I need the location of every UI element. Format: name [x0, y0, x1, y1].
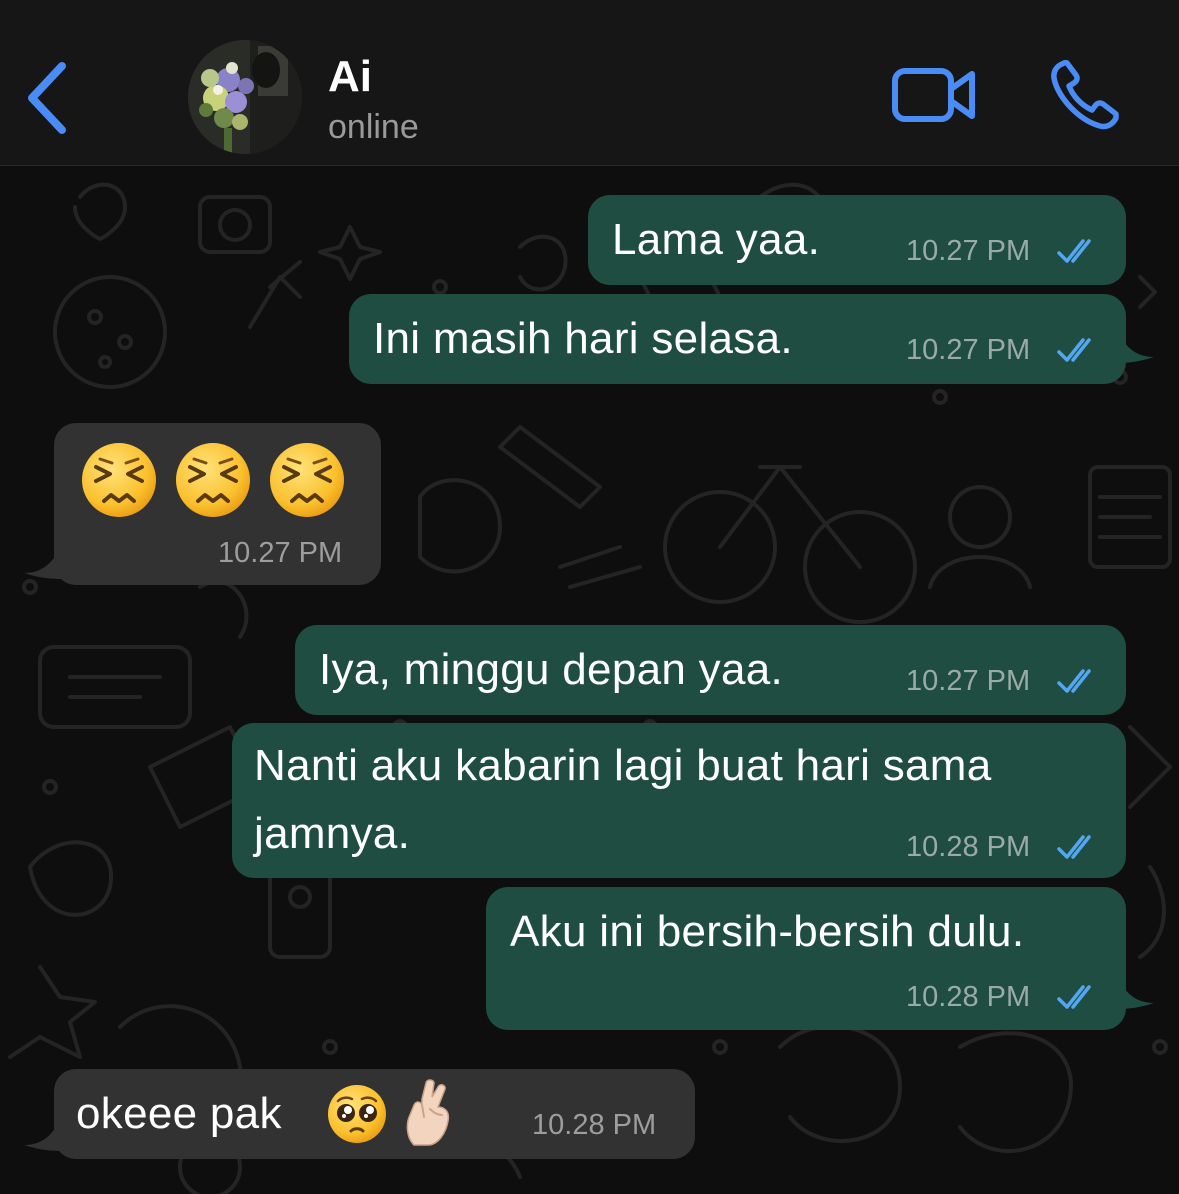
crossed-fingers-emoji	[406, 1079, 450, 1146]
read-ticks-icon	[1057, 239, 1091, 263]
message-bubble-outgoing[interactable]: Ini masih hari selasa. 10.27 PM	[349, 294, 1126, 384]
message-text: Lama yaa.	[612, 215, 821, 264]
chat-messages-area[interactable]: Lama yaa. 10.27 PM Ini masih hari selasa…	[0, 167, 1179, 1194]
message-bubble-outgoing[interactable]: Nanti aku kabarin lagi buat hari sama ja…	[232, 723, 1126, 878]
chat-header: Ai online	[0, 0, 1179, 166]
bubble-tail	[1116, 973, 1154, 1009]
contact-status: online	[328, 108, 419, 146]
message-text: Aku ini bersih-bersih dulu.	[510, 907, 1025, 956]
message-time: 10.27 PM	[906, 334, 1031, 366]
read-ticks-icon	[1057, 669, 1091, 693]
message-text-line: Nanti aku kabarin lagi buat hari sama	[254, 741, 992, 790]
persevering-face-emoji	[82, 443, 156, 517]
message-text: okeee pak	[76, 1089, 282, 1138]
message-bubble-outgoing[interactable]: Lama yaa. 10.27 PM	[588, 195, 1126, 285]
chevron-left-icon	[28, 62, 66, 134]
chat-screen: Ai online Lama yaa. 10.27 PM Ini masih h…	[0, 0, 1179, 1194]
message-time: 10.28 PM	[906, 981, 1031, 1013]
message-bubble-incoming[interactable]: 10.27 PM	[54, 423, 381, 585]
read-ticks-icon	[1057, 985, 1091, 1009]
message-text: Ini masih hari selasa.	[373, 314, 793, 363]
video-call-button[interactable]	[890, 62, 980, 128]
bubble-tail	[24, 543, 62, 579]
message-bubble-outgoing[interactable]: Iya, minggu depan yaa. 10.27 PM	[295, 625, 1126, 715]
avatar[interactable]	[188, 40, 302, 154]
bubble-tail	[1116, 327, 1154, 363]
message-text-line: jamnya.	[254, 809, 411, 858]
message-time: 10.27 PM	[218, 537, 343, 569]
message-bubble-incoming[interactable]: okeee pak 10.28 PM	[54, 1069, 695, 1159]
bubble-tail	[24, 1115, 62, 1151]
message-time: 10.27 PM	[906, 235, 1031, 267]
phone-icon	[1051, 59, 1119, 130]
voice-call-button[interactable]	[1048, 58, 1122, 132]
message-time: 10.28 PM	[532, 1109, 657, 1141]
back-button[interactable]	[22, 58, 74, 138]
persevering-face-emoji	[176, 443, 250, 517]
read-ticks-icon	[1057, 835, 1091, 859]
message-text: Iya, minggu depan yaa.	[319, 645, 784, 694]
message-time: 10.28 PM	[906, 831, 1031, 863]
persevering-face-emoji	[270, 443, 344, 517]
pleading-face-emoji	[328, 1085, 386, 1143]
message-bubble-outgoing[interactable]: Aku ini bersih-bersih dulu. 10.28 PM	[486, 887, 1126, 1030]
video-camera-icon	[892, 68, 975, 122]
read-ticks-icon	[1057, 338, 1091, 362]
avatar-flowers-image	[188, 40, 302, 154]
message-time: 10.27 PM	[906, 665, 1031, 697]
contact-name[interactable]: Ai	[328, 52, 372, 102]
